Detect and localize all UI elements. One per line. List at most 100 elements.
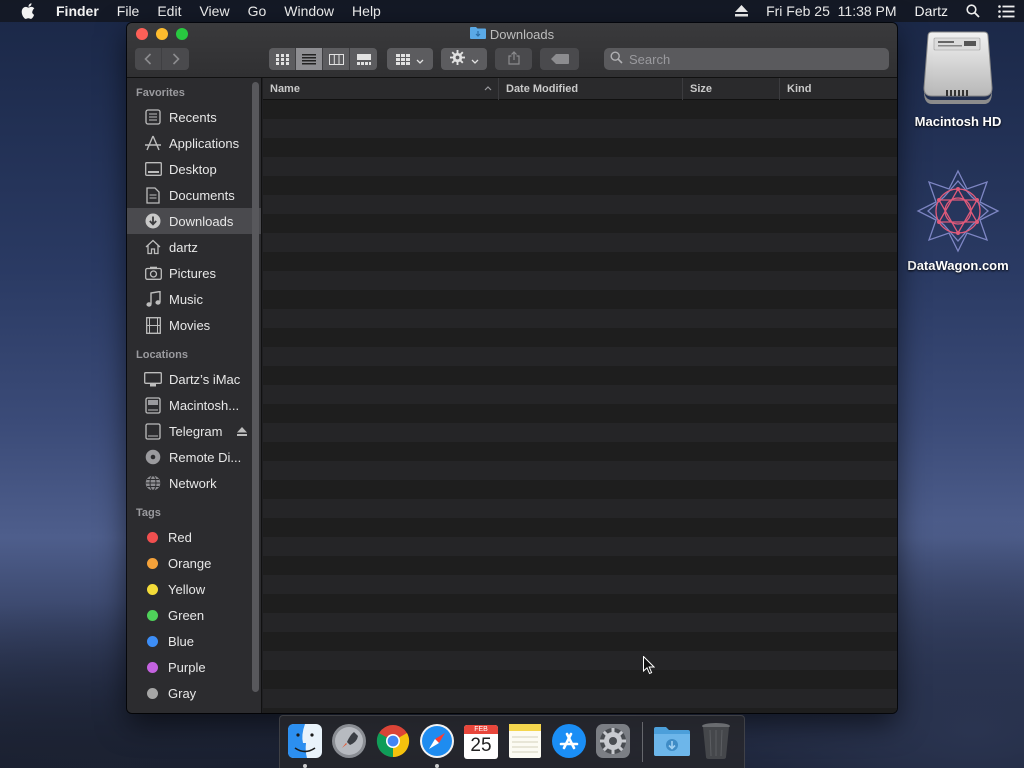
notification-center-icon[interactable] xyxy=(989,4,1024,18)
movies-icon xyxy=(144,316,162,334)
column-header-kind[interactable]: Kind xyxy=(780,78,897,100)
sidebar-item-documents[interactable]: Documents xyxy=(127,182,261,208)
dock-calendar[interactable]: FEB 25 xyxy=(462,723,500,761)
list-view-button[interactable] xyxy=(296,48,323,70)
menu-file[interactable]: File xyxy=(108,0,149,22)
view-mode-control xyxy=(269,48,377,70)
sidebar-item-remote-disc[interactable]: Remote Di... xyxy=(127,444,261,470)
group-by-button[interactable] xyxy=(387,48,433,70)
safari-icon xyxy=(419,723,455,762)
dock-app-store[interactable] xyxy=(550,723,588,761)
launchpad-icon xyxy=(331,723,367,762)
sidebar-tag-orange[interactable]: Orange xyxy=(127,550,261,576)
yellow-tag-dot-icon xyxy=(147,583,158,595)
menu-help[interactable]: Help xyxy=(343,0,390,22)
dock-system-preferences[interactable] xyxy=(594,723,632,761)
menu-view[interactable]: View xyxy=(190,0,238,22)
dock-chrome[interactable] xyxy=(374,723,412,761)
menubar-clock[interactable]: Fri Feb 25 11:38 PM xyxy=(757,0,905,22)
sidebar-item-desktop[interactable]: Desktop xyxy=(127,156,261,182)
sidebar-item-label: Green xyxy=(168,607,205,623)
chrome-icon xyxy=(375,723,411,762)
action-menu-button[interactable] xyxy=(441,48,487,70)
menu-edit[interactable]: Edit xyxy=(148,0,190,22)
chevron-down-icon xyxy=(471,52,479,67)
sidebar-item-pictures[interactable]: Pictures xyxy=(127,260,261,286)
sidebar-item-downloads[interactable]: Downloads xyxy=(127,208,261,234)
finder-icon xyxy=(287,723,323,762)
column-header-name[interactable]: Name xyxy=(263,77,499,100)
sidebar-tag-blue[interactable]: Blue xyxy=(127,628,261,654)
green-tag-dot-icon xyxy=(147,609,158,621)
sidebar-tag-red[interactable]: Red xyxy=(127,524,261,550)
edit-tags-button[interactable] xyxy=(540,48,579,70)
sidebar-tag-yellow[interactable]: Yellow xyxy=(127,576,261,602)
sidebar-item-label: Documents xyxy=(169,187,235,203)
sidebar-item-recents[interactable]: Recents xyxy=(127,104,261,130)
window-title: Downloads xyxy=(127,26,897,42)
dock-finder[interactable] xyxy=(286,723,324,768)
app-store-icon xyxy=(551,723,587,762)
sidebar-item-dartz[interactable]: dartz xyxy=(127,234,261,260)
sidebar-item-dartzs-imac[interactable]: Dartz’s iMac xyxy=(127,366,261,392)
desktop-item-label: DataWagon.com xyxy=(907,258,1009,273)
icon-view-button[interactable] xyxy=(269,48,296,70)
menu-bar: Finder File Edit View Go Window Help Fri… xyxy=(0,0,1024,22)
sidebar-item-label: Music xyxy=(169,291,203,307)
share-button[interactable] xyxy=(495,48,532,70)
search-input[interactable] xyxy=(629,51,869,67)
disk-icon xyxy=(144,396,162,414)
sidebar-item-macintosh-hd[interactable]: Macintosh... xyxy=(127,392,261,418)
menu-go[interactable]: Go xyxy=(239,0,276,22)
empty-file-rows[interactable] xyxy=(263,100,897,713)
sidebar-section-tags: Tags xyxy=(136,507,161,519)
sidebar-tag-purple[interactable]: Purple xyxy=(127,654,261,680)
sidebar: Favorites Recents Applications Desktop D… xyxy=(127,78,262,713)
menu-window[interactable]: Window xyxy=(275,0,343,22)
sidebar-tag-gray[interactable]: Gray xyxy=(127,680,261,706)
dock-downloads-stack[interactable] xyxy=(653,723,691,761)
back-button[interactable] xyxy=(135,48,162,70)
sidebar-item-network[interactable]: Network xyxy=(127,470,261,496)
apple-menu-icon[interactable] xyxy=(0,3,56,19)
red-tag-dot-icon xyxy=(147,531,158,543)
dock-safari[interactable] xyxy=(418,723,456,768)
column-header-label: Size xyxy=(690,82,713,95)
sidebar-item-label: Downloads xyxy=(169,213,234,229)
calendar-icon: FEB 25 xyxy=(464,725,498,759)
sidebar-item-label: Movies xyxy=(169,317,211,333)
recents-icon xyxy=(144,108,162,126)
desktop-item-datawagon[interactable]: DataWagon.com xyxy=(898,168,1018,273)
spotlight-search-icon[interactable] xyxy=(957,4,989,18)
sidebar-item-applications[interactable]: Applications xyxy=(127,130,261,156)
column-header-size[interactable]: Size xyxy=(683,77,780,100)
desktop-item-macintosh-hd[interactable]: Macintosh HD xyxy=(898,30,1018,129)
file-list: Name Date Modified Size Kind xyxy=(263,77,897,713)
dock-notes[interactable] xyxy=(506,723,544,761)
window-title-text: Downloads xyxy=(489,26,555,42)
chevron-down-icon xyxy=(416,52,424,67)
sidebar-item-label: Red xyxy=(168,529,192,545)
sidebar-item-telegram[interactable]: Telegram xyxy=(127,418,261,444)
search-field[interactable] xyxy=(604,48,889,70)
sidebar-item-label: Yellow xyxy=(168,581,206,597)
sidebar-item-movies[interactable]: Movies xyxy=(127,312,261,338)
column-header-label: Date Modified xyxy=(506,82,579,95)
forward-button[interactable] xyxy=(162,48,189,70)
share-icon xyxy=(507,50,520,68)
dock-launchpad[interactable] xyxy=(330,723,368,761)
sidebar-item-music[interactable]: Music xyxy=(127,286,261,312)
dock-trash[interactable] xyxy=(697,722,735,761)
pictures-icon xyxy=(144,264,162,282)
column-view-button[interactable] xyxy=(323,48,350,70)
sidebar-tag-green[interactable]: Green xyxy=(127,602,261,628)
eject-icon[interactable] xyxy=(237,426,247,436)
menubar-user[interactable]: Dartz xyxy=(906,0,957,22)
datawagon-logo-icon xyxy=(898,168,1018,254)
menu-app-finder[interactable]: Finder xyxy=(56,0,108,22)
sidebar-item-label: Macintosh... xyxy=(169,397,240,413)
column-header-date-modified[interactable]: Date Modified xyxy=(499,77,683,100)
eject-menu-icon[interactable] xyxy=(726,5,757,17)
sidebar-scrollbar[interactable] xyxy=(252,82,259,692)
gallery-view-button[interactable] xyxy=(350,48,377,70)
